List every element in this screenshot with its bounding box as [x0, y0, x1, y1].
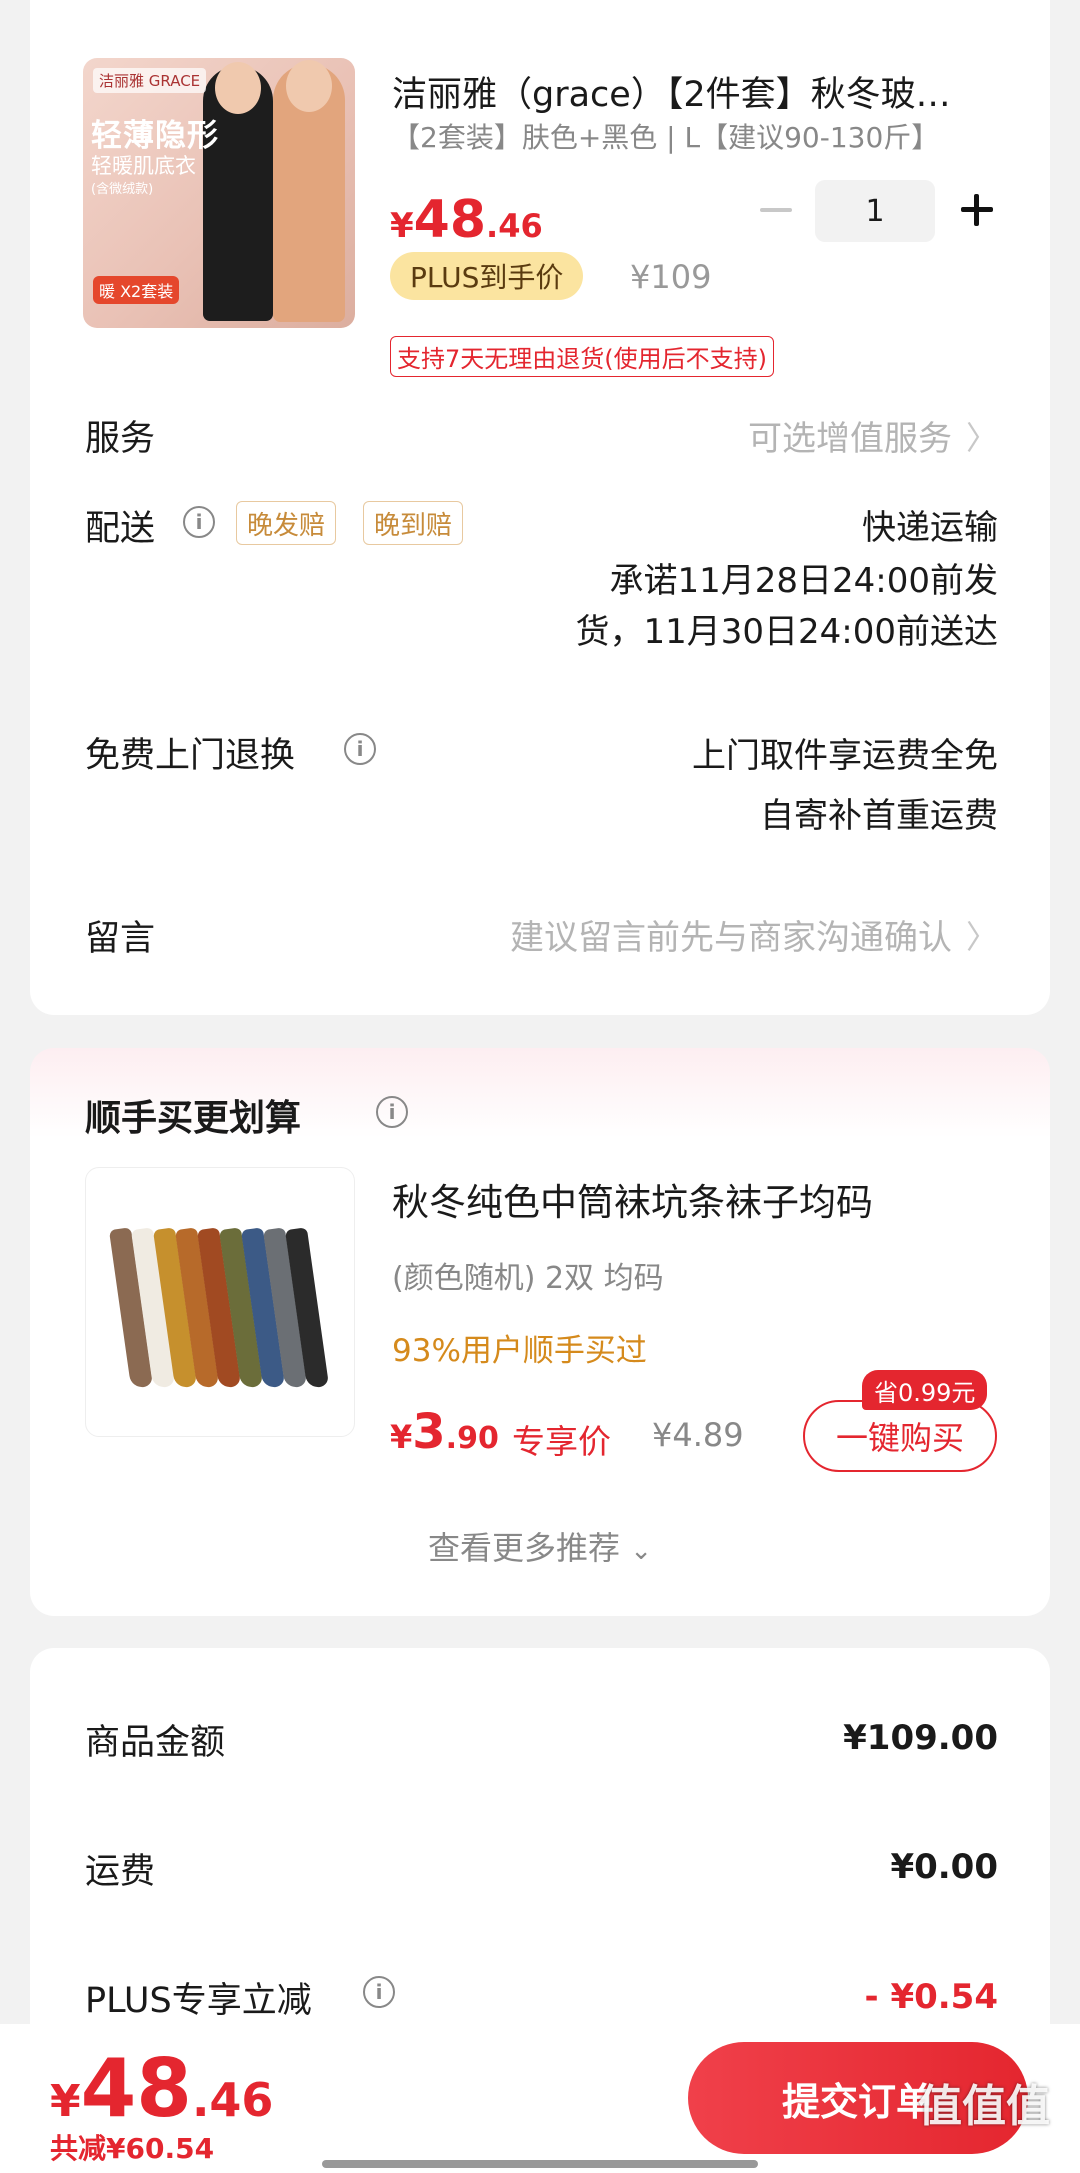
- chevron-down-icon: ⌄: [630, 1536, 652, 1566]
- original-price: ¥109: [630, 258, 712, 296]
- total-price: ¥48.46: [50, 2042, 273, 2135]
- plus-price-badge: PLUS到手价: [390, 252, 584, 300]
- model-head: [215, 62, 261, 114]
- info-icon[interactable]: i: [183, 506, 215, 538]
- late-arrival-compensation-tag: 晚到赔: [363, 501, 464, 545]
- message-label: 留言: [85, 919, 156, 959]
- price-integer: 48: [80, 2042, 192, 2135]
- recommend-title: 顺手买更划算: [85, 1098, 302, 1139]
- price-currency: ¥: [50, 2076, 81, 2127]
- info-icon[interactable]: i: [344, 733, 376, 765]
- price-decimal: .46: [191, 2073, 274, 2127]
- shipping-fee-label: 运费: [85, 1852, 156, 1892]
- price-currency: ¥: [390, 206, 414, 246]
- recommend-price: ¥3.90: [390, 1404, 499, 1460]
- price-currency: ¥: [390, 1418, 413, 1456]
- thumb-tag: (含微绒款): [91, 182, 154, 197]
- product-spec[interactable]: 【2套装】肤色+黑色 | L【建议90-130斤】: [392, 116, 939, 156]
- quantity-minus-button[interactable]: [754, 188, 798, 232]
- brand-logo: 洁丽雅 GRACE: [93, 68, 207, 93]
- info-icon[interactable]: i: [376, 1096, 408, 1128]
- return-policy-tag: 支持7天无理由退货(使用后不支持): [390, 336, 774, 377]
- price-decimal: .90: [445, 1421, 499, 1456]
- more-recommendations-label: 查看更多推荐: [428, 1529, 621, 1567]
- more-recommendations-button[interactable]: 查看更多推荐 ⌄: [0, 1523, 1080, 1569]
- chevron-right-icon: 〉: [965, 917, 998, 956]
- free-return-label: 免费上门退换: [85, 736, 296, 776]
- message-input[interactable]: 建议留言前先与商家沟通确认 〉: [510, 910, 998, 959]
- plus-discount-label: PLUS专享立减: [85, 1981, 312, 2021]
- product-title[interactable]: 洁丽雅（grace）【2件套】秋冬玻…: [392, 66, 992, 117]
- delivery-promise-line1: 承诺11月28日24:00前发: [609, 561, 998, 601]
- recommend-original-price: ¥4.89: [652, 1416, 744, 1454]
- total-saved[interactable]: 共减¥60.54: [50, 2127, 214, 2167]
- recommend-bought-rate: 93%用户顺手买过: [392, 1333, 647, 1369]
- message-placeholder: 建议留言前先与商家沟通确认: [509, 918, 952, 958]
- shipping-fee-value: ¥0.00: [890, 1847, 998, 1887]
- exclusive-price-label: 专享价: [512, 1422, 611, 1461]
- delivery-method[interactable]: 快递运输: [862, 500, 998, 549]
- delivery-promise-line2: 货，11月30日24:00前送达: [575, 612, 998, 652]
- return-line2: 自寄补首重运费: [760, 796, 998, 836]
- site-watermark: 值值值: [918, 2081, 1050, 2132]
- thumb-tag: 轻薄隐形: [91, 118, 219, 154]
- service-selector[interactable]: 可选增值服务 〉: [748, 411, 998, 460]
- return-line1: 上门取件享运费全免: [692, 736, 998, 776]
- delivery-label: 配送: [85, 509, 156, 549]
- service-value: 可选增值服务: [747, 419, 952, 459]
- info-icon[interactable]: i: [363, 1976, 395, 2008]
- plus-discount-value: - ¥0.54: [864, 1977, 999, 2017]
- save-badge: 省0.99元: [862, 1370, 988, 1410]
- quantity-input[interactable]: 1: [815, 180, 935, 242]
- goods-amount-value: ¥109.00: [843, 1718, 998, 1758]
- late-ship-compensation-tag: 晚发赔: [236, 501, 337, 545]
- recommend-spec: (颜色随机) 2双 均码: [392, 1261, 664, 1296]
- price-decimal: .46: [486, 207, 543, 245]
- product-price: ¥48.46: [390, 190, 543, 250]
- chevron-right-icon: 〉: [965, 418, 998, 457]
- thumb-tag: 轻暖肌底衣: [91, 154, 196, 178]
- price-integer: 3: [412, 1404, 446, 1460]
- price-integer: 48: [413, 190, 487, 250]
- one-click-buy-button[interactable]: 一键购买: [803, 1400, 997, 1472]
- recommend-thumbnail[interactable]: [85, 1167, 355, 1437]
- quantity-plus-button[interactable]: [955, 188, 999, 232]
- model-head: [286, 60, 332, 112]
- service-label: 服务: [85, 419, 156, 459]
- thumb-tag: 暖 X2套装: [93, 276, 180, 304]
- goods-amount-label: 商品金额: [85, 1723, 226, 1763]
- product-thumbnail[interactable]: 洁丽雅 GRACE 轻薄隐形 轻暖肌底衣 (含微绒款) 暖 X2套装: [83, 58, 355, 328]
- recommend-name[interactable]: 秋冬纯色中筒袜坑条袜子均码: [392, 1172, 873, 1226]
- home-indicator: [322, 2160, 758, 2168]
